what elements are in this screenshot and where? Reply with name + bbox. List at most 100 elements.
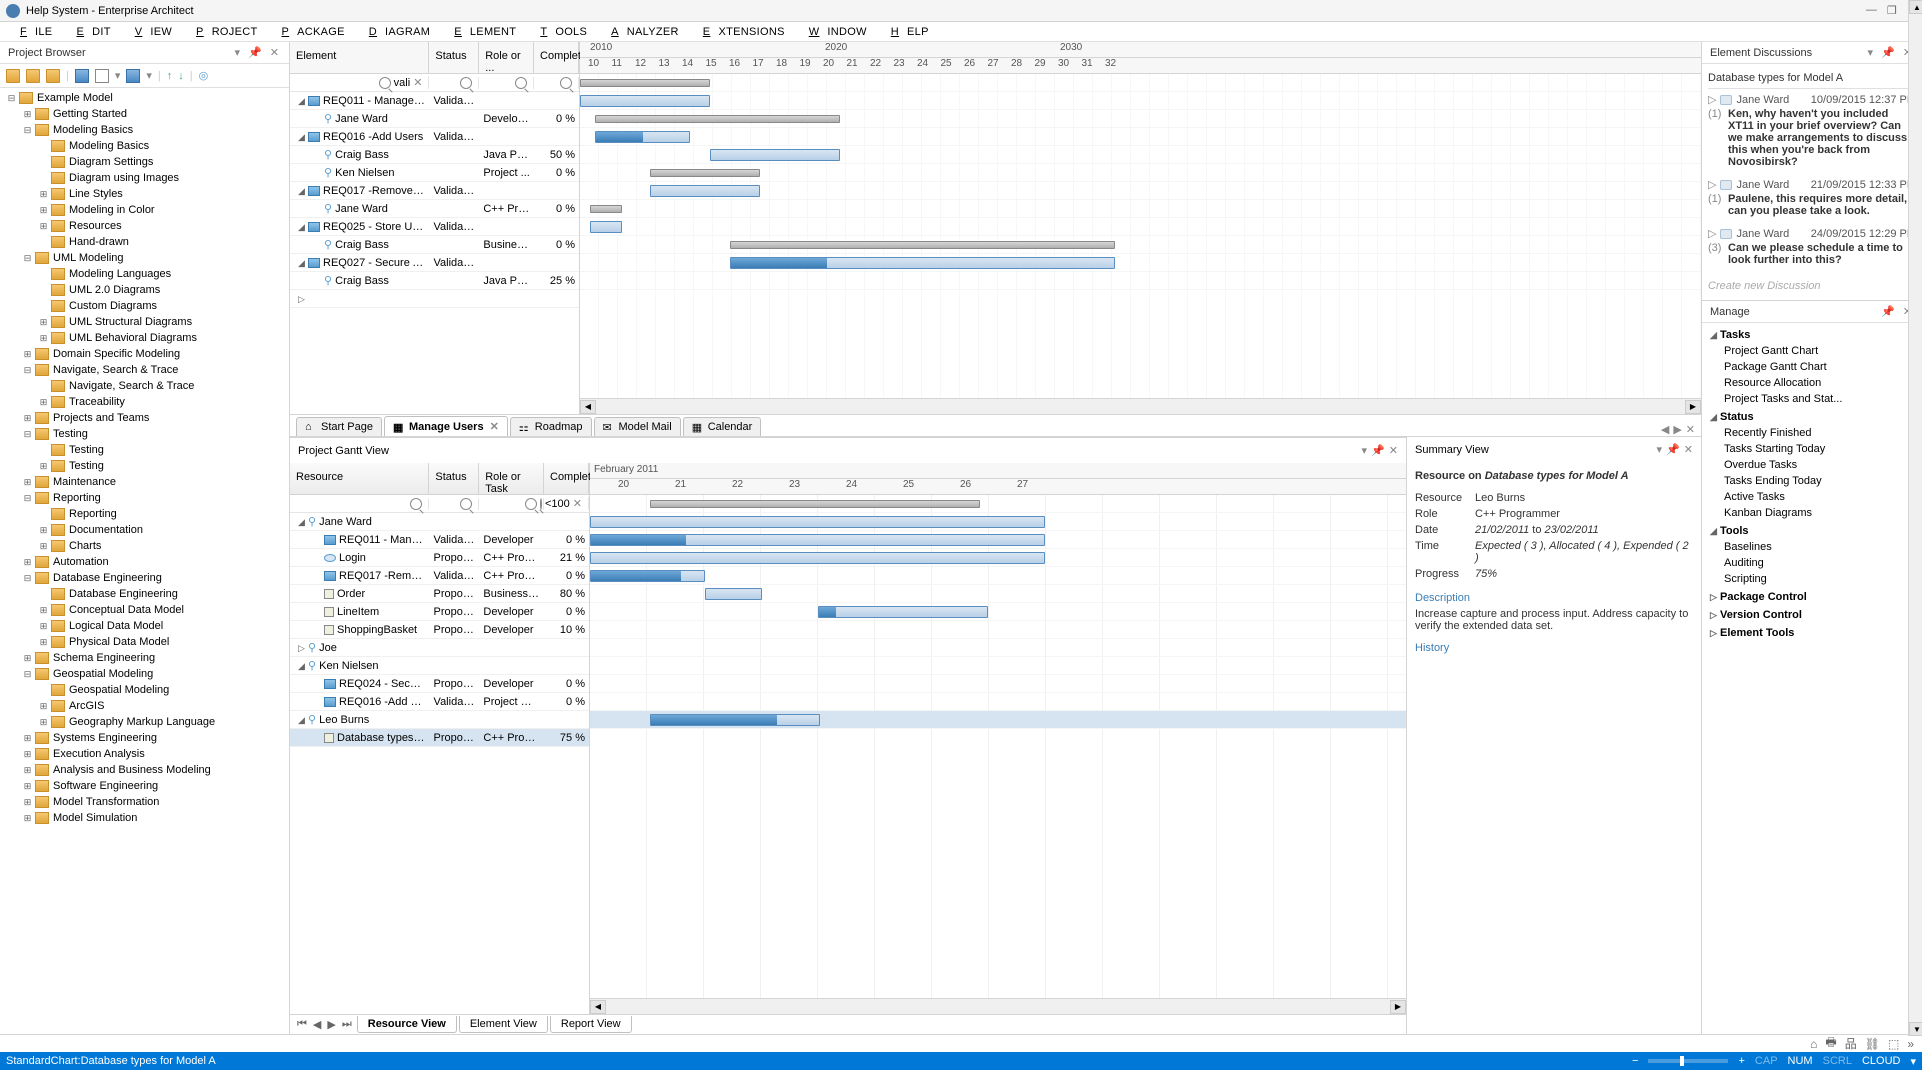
gantt-row[interactable]: ▷⚲ Joe <box>290 639 589 657</box>
gantt-bar[interactable] <box>590 552 1045 564</box>
last-button[interactable]: ⏭ <box>339 1018 355 1031</box>
manage-item[interactable]: Kanban Diagrams <box>1710 505 1914 521</box>
tree-toggle-icon[interactable]: ⊞ <box>38 717 49 728</box>
home-icon[interactable]: ⌂ <box>1810 1037 1817 1051</box>
disc-pin-icon[interactable]: 📌 <box>1879 46 1897 59</box>
disc-dropdown-icon[interactable]: ▾ <box>1866 46 1876 59</box>
tree-toggle-icon[interactable]: ⊞ <box>22 413 33 424</box>
target-icon[interactable]: ◎ <box>199 69 209 82</box>
tree-toggle-icon[interactable]: ⊟ <box>22 669 33 680</box>
tab-close-all-icon[interactable]: ✕ <box>1686 423 1695 436</box>
tree-item[interactable]: Reporting <box>0 506 289 522</box>
manage-item[interactable]: Tasks Ending Today <box>1710 473 1914 489</box>
clear-search-icon[interactable]: ✕ <box>413 76 422 89</box>
discussion-item[interactable]: ▷Jane Ward24/09/2015 12:29 PM(3)Can we p… <box>1708 227 1916 266</box>
maximize-button[interactable]: ❐ <box>1887 4 1897 17</box>
tree-item[interactable]: Hand-drawn <box>0 234 289 250</box>
tree-toggle-icon[interactable]: ⊞ <box>22 557 33 568</box>
tree-item[interactable]: ⊟Testing <box>0 426 289 442</box>
chevron-right-icon[interactable]: ▷ <box>1708 93 1716 106</box>
manage-section-header[interactable]: ▷Version Control <box>1710 607 1914 623</box>
column-header[interactable]: Role or Task <box>479 463 544 494</box>
tree-toggle-icon[interactable]: ⊟ <box>22 573 33 584</box>
tree-item[interactable]: ⊟Database Engineering <box>0 570 289 586</box>
column-header[interactable]: Complete <box>544 463 589 494</box>
tree-toggle-icon[interactable] <box>38 269 49 280</box>
tree-toggle-icon[interactable]: ⊟ <box>22 429 33 440</box>
tree-toggle-icon[interactable]: ⊟ <box>6 93 17 104</box>
tree-item[interactable]: ⊞Line Styles <box>0 186 289 202</box>
menu-window[interactable]: WINDOW <box>793 24 875 40</box>
menu-tools[interactable]: TOOLS <box>524 24 595 40</box>
bottom-gantt-scrollbar[interactable]: ◀ ▶ <box>590 998 1406 1014</box>
manage-section-header[interactable]: ◢Tools <box>1710 523 1914 539</box>
tree-item[interactable]: Geospatial Modeling <box>0 682 289 698</box>
tree-toggle-icon[interactable]: ⊟ <box>22 253 33 264</box>
tree-toggle-icon[interactable]: ⊞ <box>38 637 49 648</box>
gantt-row[interactable]: ◢REQ025 - Store User DetailsValidated <box>290 218 579 236</box>
search-icon[interactable] <box>525 498 537 510</box>
tree-item[interactable]: ⊞Traceability <box>0 394 289 410</box>
row-toggle-icon[interactable]: ◢ <box>298 186 308 197</box>
tree-toggle-icon[interactable]: ⊞ <box>38 525 49 536</box>
tree-toggle-icon[interactable]: ⊞ <box>22 813 33 824</box>
minimize-button[interactable]: — <box>1866 4 1877 17</box>
gantt-bar[interactable] <box>730 257 1115 269</box>
first-button[interactable]: ⏮ <box>294 1018 310 1031</box>
menu-file[interactable]: FILE <box>4 24 60 40</box>
tree-toggle-icon[interactable]: ⊞ <box>38 205 49 216</box>
menu-package[interactable]: PACKAGE <box>266 24 353 40</box>
gantt-row[interactable]: ⚲ Craig BassBusiness...0 % <box>290 236 579 254</box>
next-button[interactable]: ▶ <box>324 1018 338 1031</box>
menu-element[interactable]: ELEMENT <box>438 24 524 40</box>
gantt-row[interactable]: ⚲ Jane WardDeveloper0 % <box>290 110 579 128</box>
tree-item[interactable]: ⊞Analysis and Business Modeling <box>0 762 289 778</box>
gantt-bar[interactable] <box>650 500 980 508</box>
column-header[interactable]: Status <box>429 42 479 73</box>
gantt-row[interactable]: ◢REQ016 -Add UsersValidated <box>290 128 579 146</box>
tree-toggle-icon[interactable] <box>38 173 49 184</box>
manage-section-header[interactable]: ◢Status <box>1710 409 1914 425</box>
pb-close-icon[interactable]: ✕ <box>268 46 281 59</box>
zoom-in-button[interactable]: + <box>1738 1055 1744 1067</box>
gantt-bar[interactable] <box>580 79 710 87</box>
tab-model-mail[interactable]: ✉Model Mail <box>594 417 681 436</box>
column-header[interactable]: Resource <box>290 463 429 494</box>
tree-item[interactable]: Testing <box>0 442 289 458</box>
bg-scroll-right-button[interactable]: ▶ <box>1390 1000 1406 1014</box>
view-tab[interactable]: Element View <box>459 1016 548 1033</box>
tree-toggle-icon[interactable]: ⊞ <box>22 349 33 360</box>
status-dropdown-icon[interactable]: ▾ <box>1910 1055 1916 1068</box>
chevron-right-icon[interactable]: ▷ <box>1708 227 1716 240</box>
gantt-bar[interactable] <box>730 241 1115 249</box>
tab-start-page[interactable]: ⌂Start Page <box>296 417 382 436</box>
search-icon[interactable] <box>410 498 422 510</box>
tree-toggle-icon[interactable]: ⊞ <box>22 733 33 744</box>
tab-roadmap[interactable]: ⚏Roadmap <box>510 417 592 436</box>
tree-toggle-icon[interactable]: ⊞ <box>38 221 49 232</box>
manage-item[interactable]: Package Gantt Chart <box>1710 359 1914 375</box>
tree-item[interactable]: ⊞Domain Specific Modeling <box>0 346 289 362</box>
bg-scroll-left-button[interactable]: ◀ <box>590 1000 606 1014</box>
gantt-bar[interactable] <box>590 516 1045 528</box>
section-toggle-icon[interactable]: ◢ <box>1710 330 1720 341</box>
tree-item[interactable]: UML 2.0 Diagrams <box>0 282 289 298</box>
view-tab[interactable]: Report View <box>550 1016 632 1033</box>
tree-item[interactable]: ⊞Model Transformation <box>0 794 289 810</box>
gantt-row[interactable]: ◢REQ011 - Manage User Ac...Validated <box>290 92 579 110</box>
search-icon[interactable] <box>560 77 572 89</box>
pgv-pin-icon[interactable]: 📌 <box>1371 444 1385 457</box>
tree-item[interactable]: ⊞Systems Engineering <box>0 730 289 746</box>
tree-toggle-icon[interactable]: ⊞ <box>22 781 33 792</box>
gantt-bar[interactable] <box>710 149 840 161</box>
tree-toggle-icon[interactable]: ⊟ <box>22 365 33 376</box>
tree-toggle-icon[interactable]: ⊞ <box>38 333 49 344</box>
gantt-bar[interactable] <box>595 115 840 123</box>
tree-toggle-icon[interactable] <box>38 509 49 520</box>
tree-toggle-icon[interactable]: ⊞ <box>38 189 49 200</box>
tree-toggle-icon[interactable]: ⊞ <box>38 461 49 472</box>
gantt-row[interactable]: ◢⚲ Ken Nielsen <box>290 657 589 675</box>
manage-section-header[interactable]: ▷Package Control <box>1710 589 1914 605</box>
gantt-row[interactable]: ShoppingBasketProposedDeveloper10 % <box>290 621 589 639</box>
tree-item[interactable]: ⊟Example Model <box>0 90 289 106</box>
